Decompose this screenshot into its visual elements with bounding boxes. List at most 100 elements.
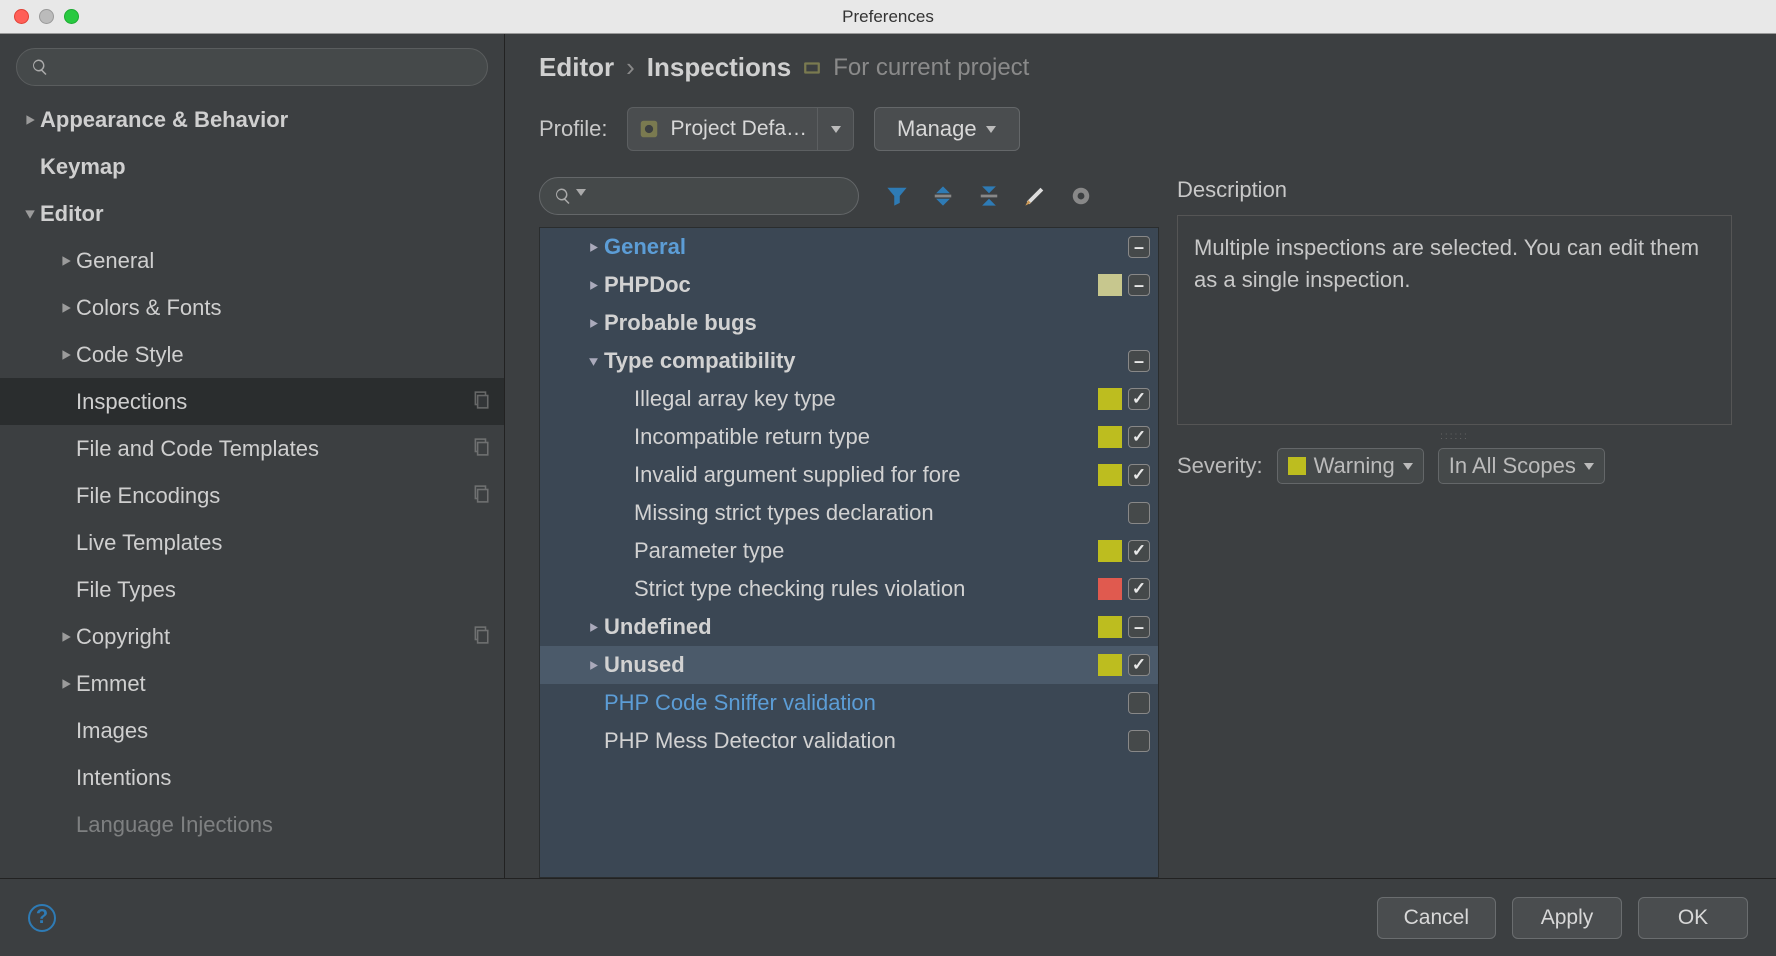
chevron-right-icon: [582, 622, 604, 633]
help-button[interactable]: ?: [28, 904, 56, 932]
filter-icon[interactable]: [885, 184, 909, 208]
severity-combo[interactable]: Warning: [1277, 448, 1424, 484]
inspection-checkbox[interactable]: [1128, 654, 1150, 676]
sidebar-item-inspections[interactable]: Inspections: [0, 378, 504, 425]
description-text: Multiple inspections are selected. You c…: [1177, 215, 1732, 425]
apply-button[interactable]: Apply: [1512, 897, 1622, 939]
inspections-search[interactable]: [539, 177, 859, 215]
tree-row[interactable]: Type compatibility: [540, 342, 1158, 380]
sidebar-item-language-injections[interactable]: Language Injections: [0, 801, 504, 848]
sidebar-item-appearance-behavior[interactable]: Appearance & Behavior: [0, 96, 504, 143]
expand-all-icon[interactable]: [931, 184, 955, 208]
breadcrumb-editor[interactable]: Editor: [539, 52, 614, 83]
tree-row[interactable]: Parameter type: [540, 532, 1158, 570]
tree-row[interactable]: Illegal array key type: [540, 380, 1158, 418]
copy-icon: [472, 483, 490, 509]
reset-icon[interactable]: [1023, 184, 1047, 208]
sidebar-item-label: Colors & Fonts: [76, 295, 222, 321]
severity-swatch: [1098, 464, 1122, 486]
tree-row-label: PHPDoc: [604, 272, 1098, 298]
sidebar-item-label: Live Templates: [76, 530, 222, 556]
sidebar-item-label: General: [76, 248, 154, 274]
tree-row-label: PHP Code Sniffer validation: [604, 690, 1128, 716]
profile-label: Profile:: [539, 116, 607, 142]
inspection-checkbox[interactable]: [1128, 616, 1150, 638]
chevron-down-icon: [20, 208, 40, 220]
sidebar-search[interactable]: [16, 48, 488, 86]
inspection-checkbox[interactable]: [1128, 350, 1150, 372]
tree-row-label: Incompatible return type: [634, 424, 1098, 450]
sidebar-item-general[interactable]: General: [0, 237, 504, 284]
sidebar-item-file-encodings[interactable]: File Encodings: [0, 472, 504, 519]
chevron-right-icon: [56, 302, 76, 314]
copy-icon: [472, 436, 490, 462]
inspection-checkbox[interactable]: [1128, 388, 1150, 410]
breadcrumb: Editor › Inspections For current project: [539, 52, 1742, 83]
sidebar-item-file-types[interactable]: File Types: [0, 566, 504, 613]
tree-row[interactable]: Invalid argument supplied for fore: [540, 456, 1158, 494]
sidebar-nav: Appearance & Behavior KeymapEditor General…: [0, 96, 504, 878]
chevron-down-icon: [576, 187, 594, 205]
breadcrumb-inspections: Inspections: [647, 52, 791, 83]
sidebar-item-label: Inspections: [76, 389, 187, 415]
description-label: Description: [1177, 177, 1732, 203]
collapse-all-icon[interactable]: [977, 184, 1001, 208]
tree-row[interactable]: PHP Code Sniffer validation: [540, 684, 1158, 722]
cancel-button[interactable]: Cancel: [1377, 897, 1496, 939]
manage-button[interactable]: Manage: [874, 107, 1020, 151]
chevron-down-icon: [582, 356, 604, 367]
sidebar-item-emmet[interactable]: Emmet: [0, 660, 504, 707]
sidebar-item-intentions[interactable]: Intentions: [0, 754, 504, 801]
inspection-checkbox[interactable]: [1128, 236, 1150, 258]
sidebar-item-label: Appearance & Behavior: [40, 107, 288, 133]
inspection-checkbox[interactable]: [1128, 730, 1150, 752]
tree-row-label: Strict type checking rules violation: [634, 576, 1098, 602]
gear-icon[interactable]: [1069, 184, 1093, 208]
severity-label: Severity:: [1177, 453, 1263, 479]
tree-row[interactable]: Strict type checking rules violation: [540, 570, 1158, 608]
tree-row-label: Illegal array key type: [634, 386, 1098, 412]
inspection-checkbox[interactable]: [1128, 502, 1150, 524]
sidebar-item-file-and-code-templates[interactable]: File and Code Templates: [0, 425, 504, 472]
sidebar-item-colors-fonts[interactable]: Colors & Fonts: [0, 284, 504, 331]
search-icon: [31, 58, 49, 76]
severity-swatch: [1098, 654, 1122, 676]
resize-grip[interactable]: ::::::: [1177, 431, 1732, 442]
chevron-down-icon: [1403, 461, 1413, 471]
inspection-checkbox[interactable]: [1128, 540, 1150, 562]
profile-combo[interactable]: Project Defa…: [627, 107, 854, 151]
tree-row[interactable]: Undefined: [540, 608, 1158, 646]
tree-row[interactable]: PHP Mess Detector validation: [540, 722, 1158, 760]
chevron-right-icon: [56, 631, 76, 643]
tree-row-label: Missing strict types declaration: [634, 500, 1128, 526]
sidebar-item-editor[interactable]: Editor: [0, 190, 504, 237]
tree-row-label: Parameter type: [634, 538, 1098, 564]
scope-combo[interactable]: In All Scopes: [1438, 448, 1605, 484]
tree-row[interactable]: PHPDoc: [540, 266, 1158, 304]
sidebar-item-images[interactable]: Images: [0, 707, 504, 754]
inspection-checkbox[interactable]: [1128, 274, 1150, 296]
inspection-checkbox[interactable]: [1128, 692, 1150, 714]
tree-row[interactable]: Unused: [540, 646, 1158, 684]
titlebar: Preferences: [0, 0, 1776, 34]
sidebar-item-copyright[interactable]: Copyright: [0, 613, 504, 660]
copy-icon: [472, 624, 490, 650]
sidebar-item-code-style[interactable]: Code Style: [0, 331, 504, 378]
sidebar-item-label: Intentions: [76, 765, 171, 791]
severity-swatch: [1098, 426, 1122, 448]
sidebar-search-input[interactable]: [57, 57, 473, 78]
sidebar-item-label: File Types: [76, 577, 176, 603]
sidebar-item-live-templates[interactable]: Live Templates: [0, 519, 504, 566]
inspection-checkbox[interactable]: [1128, 426, 1150, 448]
sidebar-item-keymap[interactable]: Keymap: [0, 143, 504, 190]
profile-dropdown-button[interactable]: [817, 108, 853, 150]
inspection-checkbox[interactable]: [1128, 578, 1150, 600]
tree-row[interactable]: General: [540, 228, 1158, 266]
chevron-right-icon: [582, 242, 604, 253]
inspections-tree[interactable]: General PHPDoc Probable bugsType compatibi…: [539, 227, 1159, 878]
tree-row[interactable]: Probable bugs: [540, 304, 1158, 342]
inspection-checkbox[interactable]: [1128, 464, 1150, 486]
tree-row[interactable]: Missing strict types declaration: [540, 494, 1158, 532]
ok-button[interactable]: OK: [1638, 897, 1748, 939]
tree-row[interactable]: Incompatible return type: [540, 418, 1158, 456]
